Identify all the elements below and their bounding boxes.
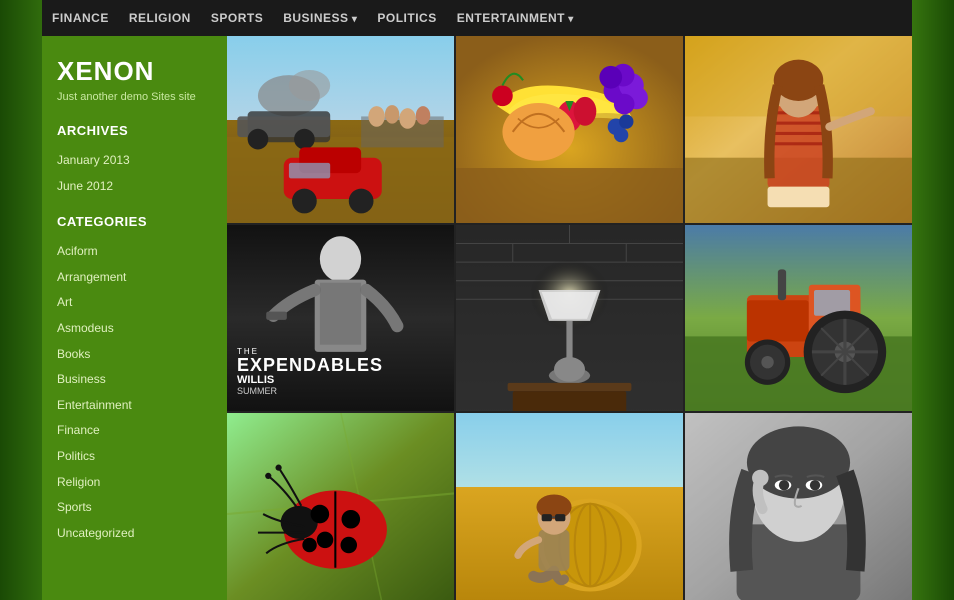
- grid-cell-woman-bw[interactable]: [685, 413, 912, 600]
- nav-religion[interactable]: RELIGION: [129, 11, 191, 25]
- nav-politics[interactable]: POLITICS: [377, 11, 436, 25]
- image-grid: THE EXPENDABLES WILLIS SUMMER: [227, 36, 912, 600]
- archives-heading: ARCHIVES: [57, 123, 212, 138]
- grid-cell-lamp[interactable]: [456, 225, 683, 412]
- cat-business[interactable]: Business: [57, 367, 212, 393]
- archive-jun-2012[interactable]: June 2012: [57, 174, 212, 200]
- categories-heading: CATEGORIES: [57, 214, 212, 229]
- cat-aciform[interactable]: Aciform: [57, 239, 212, 265]
- cat-art[interactable]: Art: [57, 290, 212, 316]
- cat-politics[interactable]: Politics: [57, 444, 212, 470]
- nav-finance[interactable]: FINANCE: [52, 11, 109, 25]
- grid-cell-cars[interactable]: [227, 36, 454, 223]
- sidebar: XENON Just another demo Sites site ARCHI…: [42, 36, 227, 600]
- cat-religion[interactable]: Religion: [57, 470, 212, 496]
- cat-arrangement[interactable]: Arrangement: [57, 265, 212, 291]
- expendables-overlay-text: THE EXPENDABLES WILLIS SUMMER: [237, 347, 383, 396]
- main-wrapper: FINANCE RELIGION SPORTS BUSINESS POLITIC…: [42, 0, 912, 600]
- cat-sports[interactable]: Sports: [57, 495, 212, 521]
- expendables-willis: WILLIS: [237, 374, 383, 386]
- cat-asmodeus[interactable]: Asmodeus: [57, 316, 212, 342]
- grid-cell-girl[interactable]: [685, 36, 912, 223]
- grid-cell-fruits[interactable]: [456, 36, 683, 223]
- grid-cell-expendables[interactable]: THE EXPENDABLES WILLIS SUMMER: [227, 225, 454, 412]
- site-title: XENON: [57, 56, 212, 87]
- content-area: XENON Just another demo Sites site ARCHI…: [42, 36, 912, 600]
- cat-entertainment[interactable]: Entertainment: [57, 393, 212, 419]
- expendables-summer: SUMMER: [237, 386, 383, 396]
- expendables-title: EXPENDABLES: [237, 356, 383, 374]
- nav-entertainment[interactable]: ENTERTAINMENT: [457, 11, 574, 25]
- grid-cell-hayfield[interactable]: [456, 413, 683, 600]
- grid-cell-beetle[interactable]: [227, 413, 454, 600]
- site-subtitle: Just another demo Sites site: [57, 91, 212, 103]
- nav-business[interactable]: BUSINESS: [283, 11, 357, 25]
- grid-cell-tractor[interactable]: [685, 225, 912, 412]
- archive-jan-2013[interactable]: January 2013: [57, 148, 212, 174]
- cat-finance[interactable]: Finance: [57, 418, 212, 444]
- cat-books[interactable]: Books: [57, 342, 212, 368]
- cat-uncategorized[interactable]: Uncategorized: [57, 521, 212, 547]
- top-nav: FINANCE RELIGION SPORTS BUSINESS POLITIC…: [42, 0, 912, 36]
- nav-sports[interactable]: SPORTS: [211, 11, 263, 25]
